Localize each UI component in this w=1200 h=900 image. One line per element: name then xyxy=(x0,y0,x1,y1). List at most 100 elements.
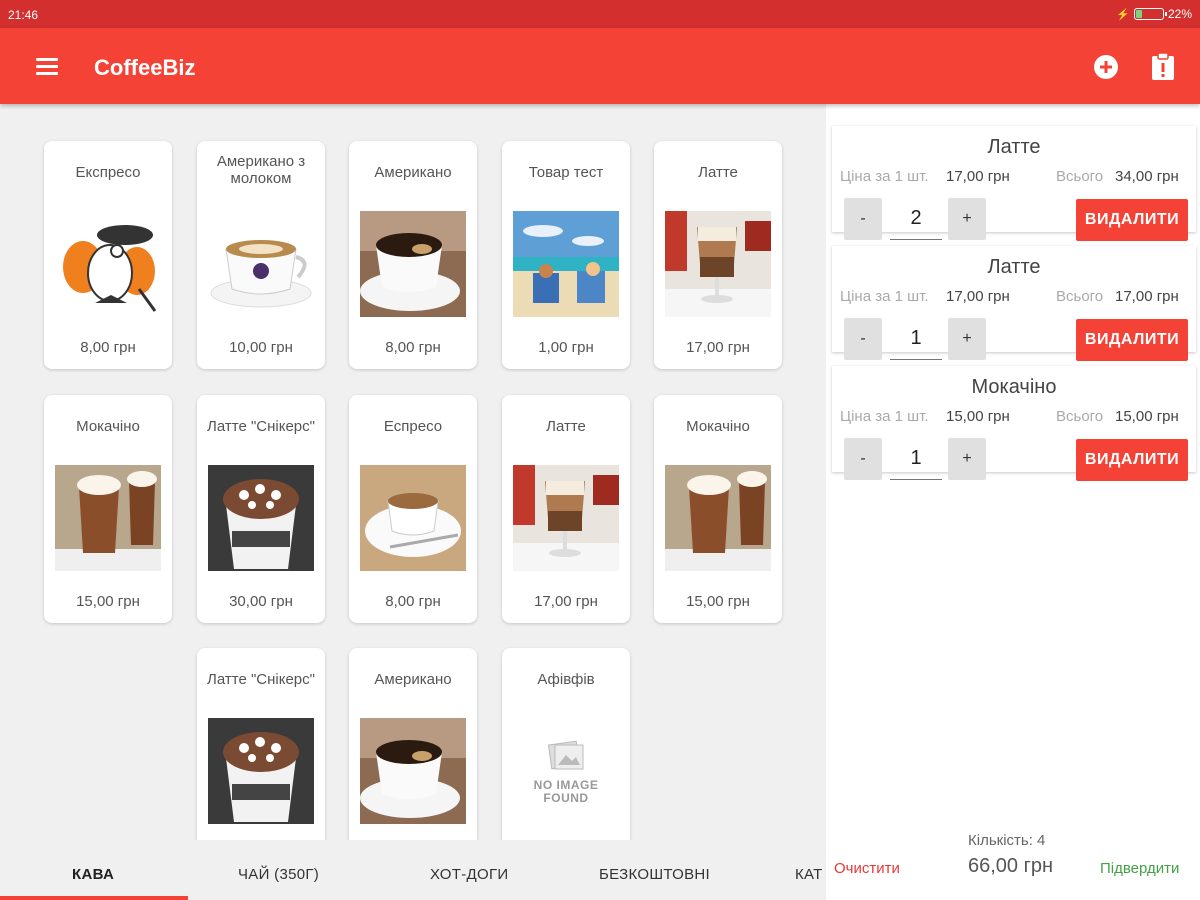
product-card[interactable]: Експресо 8,00 грн xyxy=(44,141,172,369)
product-card[interactable]: Американо 8,00 грн xyxy=(349,141,477,369)
latte-glass-image xyxy=(513,465,619,571)
latte-art-cup-image xyxy=(208,211,314,317)
total-value: 15,00 грн xyxy=(1115,408,1179,425)
product-name: Латте xyxy=(546,418,586,435)
product-card[interactable]: Мокачіно 15,00 грн xyxy=(44,395,172,623)
tab-more[interactable]: КАТ xyxy=(795,866,823,883)
app-title: CoffeeBiz xyxy=(94,55,196,80)
order-item-name: Латте xyxy=(987,256,1041,278)
product-card[interactable]: Латте "Снікерс" xyxy=(197,648,325,840)
confirm-button[interactable]: Підвердити xyxy=(1100,860,1179,877)
product-card[interactable]: Афівфів NO IMAGE FOUND xyxy=(502,648,630,840)
snickers-cup-image xyxy=(208,465,314,571)
product-price: 8,00 грн xyxy=(385,593,441,610)
product-price: 30,00 грн xyxy=(229,593,293,610)
product-name: Американо xyxy=(374,164,452,181)
increase-button[interactable]: + xyxy=(948,198,986,240)
unit-price-label: Ціна за 1 шт. xyxy=(840,168,929,185)
unit-price-label: Ціна за 1 шт. xyxy=(840,408,929,425)
tab-free[interactable]: БЕЗКОШТОВНІ xyxy=(599,866,710,883)
delete-button[interactable]: ВИДАЛИТИ xyxy=(1076,439,1188,481)
delete-button[interactable]: ВИДАЛИТИ xyxy=(1076,199,1188,241)
unit-price-value: 17,00 грн xyxy=(946,168,1010,185)
product-grid: Експресо 8,00 грн Американо з молоком 10… xyxy=(0,104,826,840)
product-name: Латте xyxy=(698,164,738,181)
bird-mascot-image xyxy=(55,211,161,317)
product-price: 15,00 грн xyxy=(686,593,750,610)
order-item: Латте Ціна за 1 шт. 17,00 грн Всього 34,… xyxy=(832,126,1196,241)
dark-coffee-cup-image xyxy=(360,211,466,317)
increase-button[interactable]: + xyxy=(948,318,986,360)
mochaccino-image xyxy=(55,465,161,571)
product-name: Латте "Снікерс" xyxy=(207,671,315,688)
item-count: Кількість: 4 xyxy=(968,832,1046,849)
product-price: 17,00 грн xyxy=(686,339,750,356)
espresso-cup-image xyxy=(360,465,466,571)
product-name: Мокачіно xyxy=(686,418,750,435)
product-name: Мокачіно xyxy=(76,418,140,435)
product-card[interactable]: Латте "Снікерс" 30,00 грн xyxy=(197,395,325,623)
order-item-name: Латте xyxy=(987,136,1041,158)
quantity-field[interactable]: 1 xyxy=(890,318,942,360)
app-bar: CoffeeBiz xyxy=(0,28,1200,104)
decrease-button[interactable]: - xyxy=(844,198,882,240)
total-label: Всього xyxy=(1056,408,1104,425)
product-price: 1,00 грн xyxy=(538,339,594,356)
product-name: Еспресо xyxy=(383,418,443,435)
clock: 21:46 xyxy=(8,8,39,22)
add-circle-icon[interactable] xyxy=(1092,53,1120,81)
product-price: 8,00 грн xyxy=(385,339,441,356)
increase-button[interactable]: + xyxy=(948,438,986,480)
quantity-field[interactable]: 1 xyxy=(890,438,942,480)
tab-tea[interactable]: ЧАЙ (350Г) xyxy=(238,866,319,883)
product-price: 10,00 грн xyxy=(229,339,293,356)
latte-glass-image xyxy=(665,211,771,317)
order-total: 66,00 грн xyxy=(968,855,1054,877)
product-name: Латте "Снікерс" xyxy=(207,418,315,435)
no-image-text-line: FOUND xyxy=(543,791,589,805)
product-card[interactable]: Американо xyxy=(349,648,477,840)
product-card[interactable]: Еспресо 8,00 грн xyxy=(349,395,477,623)
snickers-cup-image xyxy=(208,718,314,824)
order-panel: Латте Ціна за 1 шт. 17,00 грн Всього 34,… xyxy=(826,104,1200,900)
status-bar: 21:46 ⚡ 22% xyxy=(0,0,1200,28)
product-card[interactable]: Американо з молоком 10,00 грн xyxy=(197,141,325,369)
beach-image xyxy=(513,211,619,317)
clear-button[interactable]: Очистити xyxy=(834,860,900,877)
unit-price-label: Ціна за 1 шт. xyxy=(840,288,929,305)
battery-percent: 22% xyxy=(1167,7,1192,21)
product-card[interactable]: Товар тест 1,00 грн xyxy=(502,141,630,369)
order-item: Латте Ціна за 1 шт. 17,00 грн Всього 17,… xyxy=(832,246,1196,361)
total-label: Всього xyxy=(1056,288,1104,305)
tab-hot-dogs[interactable]: ХОТ-ДОГИ xyxy=(430,866,508,883)
clipboard-alert-icon[interactable] xyxy=(1150,51,1176,81)
battery-level xyxy=(1135,10,1143,18)
active-tab-indicator xyxy=(0,896,188,900)
charging-icon: ⚡ xyxy=(1116,8,1130,21)
mochaccino-image xyxy=(665,465,771,571)
product-price: 15,00 грн xyxy=(76,593,140,610)
order-item: Мокачіно Ціна за 1 шт. 15,00 грн Всього … xyxy=(832,366,1196,481)
quantity-field[interactable]: 2 xyxy=(890,198,942,240)
order-item-name: Мокачіно xyxy=(971,376,1057,398)
product-card[interactable]: Латте 17,00 грн xyxy=(654,141,782,369)
product-name: Американо xyxy=(374,671,452,688)
battery-icon xyxy=(1133,8,1167,20)
product-price: 8,00 грн xyxy=(80,339,136,356)
decrease-button[interactable]: - xyxy=(844,438,882,480)
no-image-text: NO IMAGE FOUND xyxy=(534,778,599,805)
product-card[interactable]: Латте 17,00 грн xyxy=(502,395,630,623)
decrease-button[interactable]: - xyxy=(844,318,882,360)
image-placeholder-icon xyxy=(547,740,584,770)
category-tabs: КАВА ЧАЙ (350Г) ХОТ-ДОГИ БЕЗКОШТОВНІ КАТ xyxy=(0,840,826,900)
dark-coffee-cup-image xyxy=(360,718,466,824)
product-name: Афівфів xyxy=(537,671,595,688)
menu-icon[interactable] xyxy=(28,50,68,84)
product-price: 17,00 грн xyxy=(534,593,598,610)
tab-coffee[interactable]: КАВА xyxy=(72,866,114,883)
product-card[interactable]: Мокачіно 15,00 грн xyxy=(654,395,782,623)
product-name: Експресо xyxy=(75,164,141,181)
total-value: 34,00 грн xyxy=(1115,168,1179,185)
delete-button[interactable]: ВИДАЛИТИ xyxy=(1076,319,1188,361)
status-icons: ⚡ 22% xyxy=(1116,7,1192,21)
